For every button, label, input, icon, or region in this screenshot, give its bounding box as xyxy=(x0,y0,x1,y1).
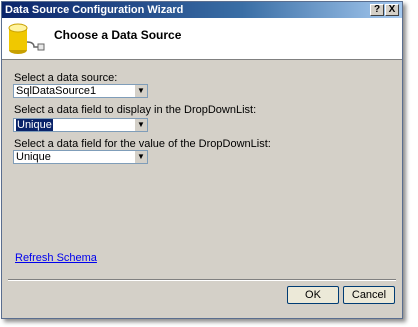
window-title: Data Source Configuration Wizard xyxy=(5,4,184,16)
display-field-label: Select a data field to display in the Dr… xyxy=(14,104,257,116)
display-field-value: Unique xyxy=(16,119,53,131)
title-bar[interactable]: Data Source Configuration Wizard ? X xyxy=(2,2,402,18)
value-field-value: Unique xyxy=(16,151,51,163)
chevron-down-icon[interactable]: ▼ xyxy=(134,85,147,97)
chevron-down-icon[interactable]: ▼ xyxy=(134,151,147,163)
value-field-select[interactable]: Unique ▼ xyxy=(13,150,148,164)
data-source-value: SqlDataSource1 xyxy=(16,85,97,97)
cancel-button[interactable]: Cancel xyxy=(343,286,395,304)
database-icon xyxy=(8,23,45,54)
display-field-select[interactable]: Unique ▼ xyxy=(13,118,148,132)
close-button[interactable]: X xyxy=(385,4,399,16)
wizard-window: Data Source Configuration Wizard ? X Cho… xyxy=(1,1,403,319)
ok-button[interactable]: OK xyxy=(287,286,339,304)
data-source-select[interactable]: SqlDataSource1 ▼ xyxy=(13,84,148,98)
page-title: Choose a Data Source xyxy=(54,28,182,42)
help-button[interactable]: ? xyxy=(370,4,384,16)
footer-separator xyxy=(8,279,396,281)
value-field-label: Select a data field for the value of the… xyxy=(14,138,271,150)
data-source-label: Select a data source: xyxy=(14,72,118,84)
refresh-schema-link[interactable]: Refresh Schema xyxy=(15,252,97,264)
wizard-header: Choose a Data Source xyxy=(2,18,402,60)
chevron-down-icon[interactable]: ▼ xyxy=(134,119,147,131)
